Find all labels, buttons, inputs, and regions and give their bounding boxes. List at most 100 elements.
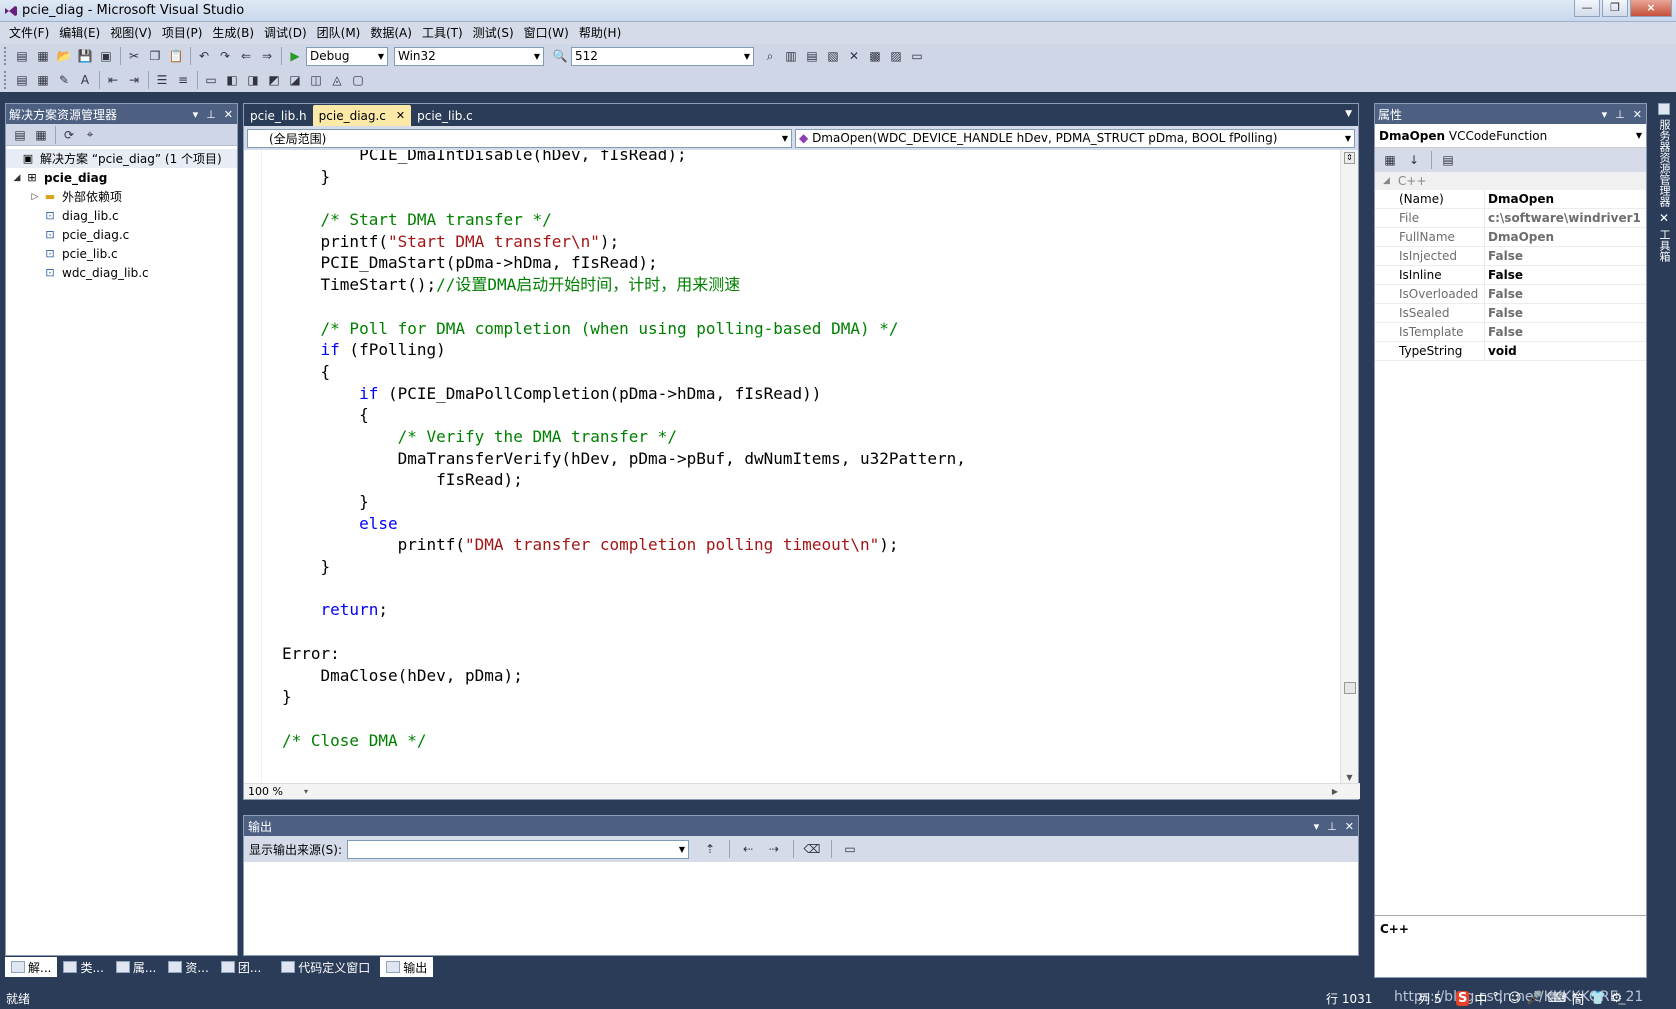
refresh-icon[interactable]: ⟳ [59, 125, 79, 145]
close-icon[interactable]: ✕ [1345, 820, 1354, 833]
property-row[interactable]: IsSealed False [1375, 304, 1646, 323]
solution-platform-select[interactable]: Win32 ▼ [394, 46, 544, 66]
start-debugging-icon[interactable]: ▶ [285, 46, 305, 66]
ime-keyboard-icon[interactable]: ⌨ [1548, 991, 1567, 1006]
show-all-files-icon[interactable]: ▦ [31, 125, 51, 145]
properties-window-icon[interactable]: ▤ [802, 46, 822, 66]
property-value[interactable]: False [1485, 266, 1646, 284]
close-tab-icon[interactable]: ✕ [396, 109, 405, 122]
code-line[interactable]: { [282, 361, 966, 383]
clear-bookmarks-icon[interactable]: ▢ [348, 70, 368, 90]
code-line[interactable] [282, 187, 966, 209]
zoom-chevron-icon[interactable]: ▾ [304, 787, 308, 796]
code-area[interactable]: PCIE_DmaIntDisable(hDev, fIsRead); } /* … [244, 150, 1342, 785]
code-line[interactable]: } [282, 491, 966, 513]
extension-manager-icon[interactable]: ▨ [886, 46, 906, 66]
sogou-ime-icon[interactable]: S [1456, 990, 1470, 1006]
solution-node[interactable]: ▣ 解决方案 “pcie_diag” (1 个项目) [6, 149, 237, 168]
menu-item[interactable]: 生成(B) [207, 22, 259, 44]
code-line[interactable]: PCIE_DmaStart(pDma->hDma, fIsRead); [282, 252, 966, 274]
code-line[interactable]: { [282, 404, 966, 426]
toolbar-grip[interactable] [4, 71, 8, 89]
code-line[interactable]: DmaTransferVerify(hDev, pDma->pBuf, dwNu… [282, 448, 966, 470]
property-pages-icon[interactable]: ▤ [1438, 150, 1458, 170]
menu-item[interactable]: 团队(M) [312, 22, 366, 44]
previous-message-icon[interactable]: ⇠ [738, 839, 758, 859]
vertical-scrollbar[interactable]: ⇕ ▼ [1340, 150, 1358, 785]
property-row[interactable]: File c:\software\windriver1 [1375, 209, 1646, 228]
property-value[interactable]: void [1485, 342, 1646, 360]
new-project-icon[interactable]: ▤ [12, 46, 32, 66]
code-line[interactable]: fIsRead); [282, 469, 966, 491]
code-line[interactable]: printf("Start DMA transfer\n"); [282, 231, 966, 253]
property-value[interactable]: False [1485, 323, 1646, 341]
tab-pcie-lib-h[interactable]: pcie_lib.h [244, 105, 313, 126]
property-row[interactable]: IsTemplate False [1375, 323, 1646, 342]
code-line[interactable]: PCIE_DmaIntDisable(hDev, fIsRead); [282, 150, 966, 166]
code-line[interactable]: /* Poll for DMA completion (when using p… [282, 318, 966, 340]
ime-punctuation-icon[interactable]: °, [1492, 991, 1503, 1006]
collapse-arrow-icon[interactable]: ◢ [1383, 176, 1390, 186]
find-message-icon[interactable]: ⇡ [700, 839, 720, 859]
menu-item[interactable]: 编辑(E) [54, 22, 105, 44]
tab-code-definition[interactable]: 代码定义窗口 [275, 957, 376, 977]
zoom-level[interactable]: 100 % [244, 785, 304, 798]
pane-menu-icon[interactable]: ▾ [1602, 108, 1608, 121]
horizontal-scrollbar[interactable]: 100 % ▾ ▶ [244, 783, 1360, 799]
paste-icon[interactable]: 📋 [166, 46, 186, 66]
previous-bookmark-doc-icon[interactable]: ◫ [306, 70, 326, 90]
property-value[interactable]: False [1485, 247, 1646, 265]
cut-icon[interactable]: ✂ [124, 46, 144, 66]
toggle-bookmark-icon[interactable]: ▭ [201, 70, 221, 90]
tab-output[interactable]: 输出 [380, 957, 434, 977]
find-in-files-icon[interactable]: 🔍 [550, 46, 570, 66]
tab-resource-view[interactable]: 资... [162, 957, 214, 977]
increase-indent-icon[interactable]: ⇥ [124, 70, 144, 90]
tab-pcie-lib-c[interactable]: pcie_lib.c [411, 105, 479, 126]
tab-property-manager[interactable]: 属... [110, 957, 162, 977]
code-line[interactable]: Error: [282, 643, 966, 665]
code-line[interactable] [282, 578, 966, 600]
menu-item[interactable]: 数据(A) [365, 22, 417, 44]
code-line[interactable] [282, 708, 966, 730]
navigate-forward-icon[interactable]: ⇒ [257, 46, 277, 66]
tree-item-pcie-diag-c[interactable]: ⊡ pcie_diag.c [6, 225, 237, 244]
property-row[interactable]: IsInjected False [1375, 247, 1646, 266]
maximize-button[interactable]: ❐ [1602, 0, 1628, 17]
display-quick-info-icon[interactable]: ✎ [54, 70, 74, 90]
ime-voice-icon[interactable]: 🎤 [1527, 991, 1543, 1006]
tree-item-pcie-lib-c[interactable]: ⊡ pcie_lib.c [6, 244, 237, 263]
next-bookmark-icon[interactable]: ◨ [243, 70, 263, 90]
close-icon[interactable]: ✕ [1633, 108, 1642, 121]
toolbar-grip[interactable] [4, 47, 8, 65]
find-icon[interactable]: ⌕ [760, 46, 780, 66]
code-line[interactable]: } [282, 556, 966, 578]
properties-object-select[interactable]: DmaOpen VCCodeFunction ▼ [1375, 124, 1646, 148]
tab-pcie-diag-c[interactable]: pcie_diag.c ✕ [312, 105, 412, 126]
code-line[interactable]: /* Verify the DMA transfer */ [282, 426, 966, 448]
code-line[interactable]: } [282, 166, 966, 188]
scope-select[interactable]: (全局范围) ▼ [247, 128, 792, 148]
property-row[interactable]: TypeString void [1375, 342, 1646, 361]
split-handle-icon[interactable]: ⇕ [1344, 152, 1355, 164]
uncomment-lines-icon[interactable]: ≡ [173, 70, 193, 90]
code-line[interactable]: printf("DMA transfer completion polling … [282, 534, 966, 556]
toggle-word-wrap-icon[interactable]: ▭ [840, 839, 860, 859]
property-value[interactable]: DmaOpen [1485, 190, 1646, 208]
display-object-member-list-icon[interactable]: ▤ [12, 70, 32, 90]
tab-class-view[interactable]: 类... [57, 957, 109, 977]
next-bookmark-doc-icon[interactable]: ◬ [327, 70, 347, 90]
copy-icon[interactable]: ❐ [145, 46, 165, 66]
property-value[interactable]: False [1485, 304, 1646, 322]
code-line[interactable]: return; [282, 599, 966, 621]
undo-icon[interactable]: ↶ [194, 46, 214, 66]
tab-solution-explorer[interactable]: 解... [5, 957, 58, 977]
menu-item[interactable]: 视图(V) [105, 22, 157, 44]
property-row[interactable]: IsInline False [1375, 266, 1646, 285]
property-value[interactable]: False [1485, 285, 1646, 303]
find-combo[interactable]: 512 ▼ [571, 46, 754, 66]
output-source-select[interactable]: ▼ [347, 839, 690, 859]
save-all-icon[interactable]: ▣ [96, 46, 116, 66]
property-value[interactable]: c:\software\windriver1 [1485, 209, 1646, 227]
scroll-right-icon[interactable]: ▶ [1332, 787, 1338, 796]
